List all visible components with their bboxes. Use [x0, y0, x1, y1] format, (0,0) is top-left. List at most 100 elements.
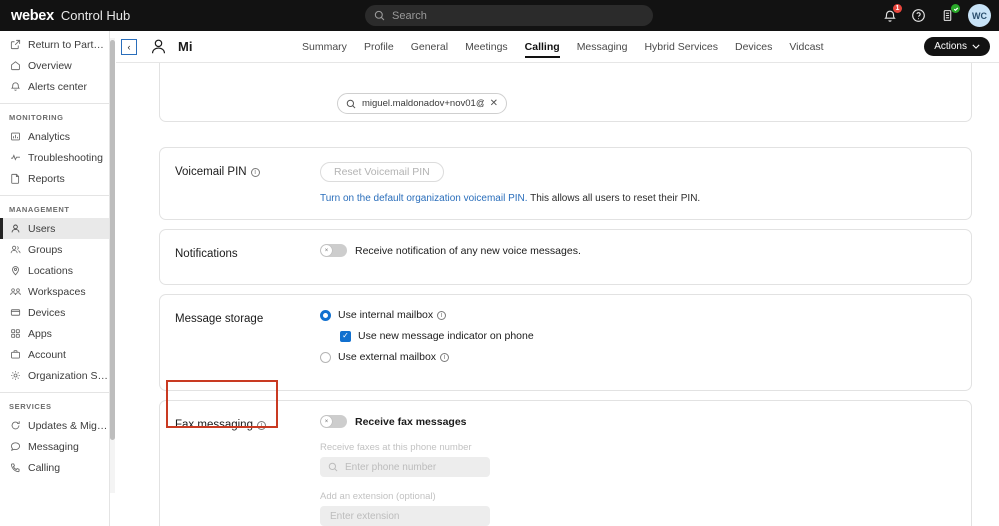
sidebar-item-apps[interactable]: Apps	[0, 323, 109, 344]
toggle-off-x-icon: ×	[321, 416, 332, 427]
search-icon	[328, 462, 338, 472]
fax-extension-label: Add an extension (optional)	[320, 491, 436, 502]
sidebar-item-users[interactable]: Users	[0, 218, 109, 239]
sidebar-item-organization-setti[interactable]: Organization Setti...	[0, 365, 109, 386]
brand-logo[interactable]: webex Control Hub	[11, 8, 130, 24]
info-icon[interactable]: i	[250, 167, 260, 177]
global-search-input[interactable]: Search	[365, 5, 653, 26]
notifications-label: Notifications	[175, 248, 238, 260]
message-storage-label: Message storage	[175, 313, 263, 325]
user-detail-header: ‹ Mi Summary Profile General Meetings Callin…	[116, 31, 999, 63]
info-icon[interactable]: i	[437, 310, 447, 320]
fax-phone-number-label: Receive faxes at this phone number	[320, 442, 472, 453]
sidebar-item-return-to-partner[interactable]: Return to Partner ...	[0, 34, 109, 55]
sidebar-scrollbar[interactable]	[110, 38, 115, 493]
checkbox-new-message-indicator-control[interactable]: ✓	[340, 330, 351, 342]
notifications-bell-icon[interactable]: 1	[881, 4, 902, 24]
tab-profile[interactable]: Profile	[364, 31, 394, 63]
voicemail-pin-card: Voicemail PIN i Reset Voicemail PIN Turn…	[159, 147, 972, 220]
radio-internal-mailbox-control[interactable]	[320, 309, 331, 321]
tab-meetings[interactable]: Meetings	[465, 31, 508, 63]
sidebar-item-reports[interactable]: Reports	[0, 168, 109, 189]
sidebar-item-analytics[interactable]: Analytics	[0, 126, 109, 147]
sidebar-item-label: Alerts center	[28, 80, 87, 93]
brand-webex-text: webex	[11, 7, 54, 24]
sidebar-item-label: Account	[28, 348, 66, 361]
sidebar-divider	[0, 195, 109, 196]
sidebar-item-account[interactable]: Account	[0, 344, 109, 365]
fax-messaging-toggle[interactable]: ×	[320, 415, 347, 428]
actions-button[interactable]: Actions	[924, 37, 990, 56]
sidebar-item-label: Return to Partner ...	[28, 38, 109, 51]
fax-extension-input[interactable]: Enter extension	[320, 506, 490, 526]
tasks-list-icon[interactable]	[939, 4, 960, 24]
message-storage-card: Message storage Use internal mailbox i ✓…	[159, 294, 972, 391]
voicemail-pin-note-rest: This allows all users to reset their PIN…	[527, 193, 701, 204]
fax-messaging-body: × Receive fax messages Receive faxes at …	[320, 415, 959, 526]
sidebar-item-locations[interactable]: Locations	[0, 260, 109, 281]
radio-external-mailbox-text: Use external mailbox	[338, 351, 437, 363]
sidebar-item-messaging[interactable]: Messaging	[0, 436, 109, 457]
tab-vidcast[interactable]: Vidcast	[789, 31, 823, 63]
radio-external-mailbox-control[interactable]	[320, 351, 331, 363]
checkbox-new-message-indicator-label: Use new message indicator on phone	[358, 330, 534, 342]
notifications-label-text: Notifications	[175, 248, 238, 260]
sidebar-item-label: Groups	[28, 243, 63, 256]
voicemail-pin-note-link[interactable]: Turn on the default organization voicema…	[320, 193, 528, 204]
sidebar-group: MONITORING Analytics Troubleshooting Report…	[0, 110, 109, 189]
sidebar-item-workspaces[interactable]: Workspaces	[0, 281, 109, 302]
tab-summary[interactable]: Summary	[302, 31, 347, 63]
search-icon	[374, 10, 385, 21]
person-avatar-icon	[147, 36, 169, 58]
user-display-name: Mi	[178, 39, 193, 54]
main-panel: ‹ Mi Summary Profile General Meetings Callin…	[116, 31, 999, 526]
sidebar-group-heading: MANAGEMENT	[9, 205, 70, 214]
chevron-down-icon	[972, 44, 980, 49]
sidebar-group-heading: SERVICES	[9, 402, 52, 411]
user-filter-value: miguel.maldonadov+nov01@g	[362, 98, 484, 109]
refresh-icon	[9, 420, 21, 432]
reset-voicemail-pin-button[interactable]: Reset Voicemail PIN	[320, 162, 444, 182]
sidebar-item-overview[interactable]: Overview	[0, 55, 109, 76]
back-chevron-icon[interactable]: ‹	[121, 38, 137, 55]
info-icon[interactable]: i	[440, 352, 450, 362]
clear-filter-icon[interactable]: ✕	[490, 98, 498, 109]
sidebar-item-groups[interactable]: Groups	[0, 239, 109, 260]
sidebar-item-troubleshooting[interactable]: Troubleshooting	[0, 147, 109, 168]
user-avatar[interactable]: WC	[968, 4, 991, 27]
tab-general[interactable]: General	[411, 31, 448, 63]
sidebar-item-alerts-center[interactable]: Alerts center	[0, 76, 109, 97]
sidebar-item-updates-migrati[interactable]: Updates & Migrati...	[0, 415, 109, 436]
sidebar-item-label: Troubleshooting	[28, 151, 103, 164]
checkbox-new-message-indicator[interactable]: ✓ Use new message indicator on phone	[340, 330, 959, 342]
info-icon[interactable]: i	[256, 420, 266, 430]
radio-external-mailbox[interactable]: Use external mailbox i	[320, 351, 959, 363]
tab-calling[interactable]: Calling	[524, 31, 560, 63]
sidebar-item-calling[interactable]: Calling	[0, 457, 109, 478]
help-question-icon[interactable]	[910, 7, 927, 24]
brand-control-hub-text: Control Hub	[60, 7, 131, 23]
bell-icon	[9, 81, 21, 93]
sidebar-divider	[0, 392, 109, 393]
notifications-toggle[interactable]: ×	[320, 244, 347, 257]
sidebar-item-label: Users	[28, 222, 56, 235]
fax-phone-number-input[interactable]: Enter phone number	[320, 457, 490, 477]
fax-extension-placeholder: Enter extension	[330, 510, 400, 522]
tab-hybrid-services[interactable]: Hybrid Services	[644, 31, 718, 63]
sidebar-item-devices[interactable]: Devices	[0, 302, 109, 323]
search-icon	[346, 99, 356, 109]
task-complete-check-icon	[951, 4, 960, 13]
tab-devices[interactable]: Devices	[735, 31, 772, 63]
radio-external-mailbox-label: Use external mailbox i	[338, 351, 450, 363]
fax-phone-number-placeholder: Enter phone number	[345, 461, 437, 473]
user-filter-input[interactable]: miguel.maldonadov+nov01@g ✕	[337, 93, 507, 114]
tab-messaging[interactable]: Messaging	[577, 31, 628, 63]
device-icon	[9, 307, 21, 319]
sidebar-item-label: Locations	[28, 264, 73, 277]
global-search-placeholder: Search	[392, 9, 427, 22]
sidebar-scrollbar-thumb[interactable]	[110, 40, 115, 440]
radio-internal-mailbox[interactable]: Use internal mailbox i	[320, 309, 959, 321]
sidebar-item-label: Reports	[28, 172, 65, 185]
gear-icon	[9, 370, 21, 382]
sidebar-group: Return to Partner ... Overview Alerts cent…	[0, 31, 109, 97]
